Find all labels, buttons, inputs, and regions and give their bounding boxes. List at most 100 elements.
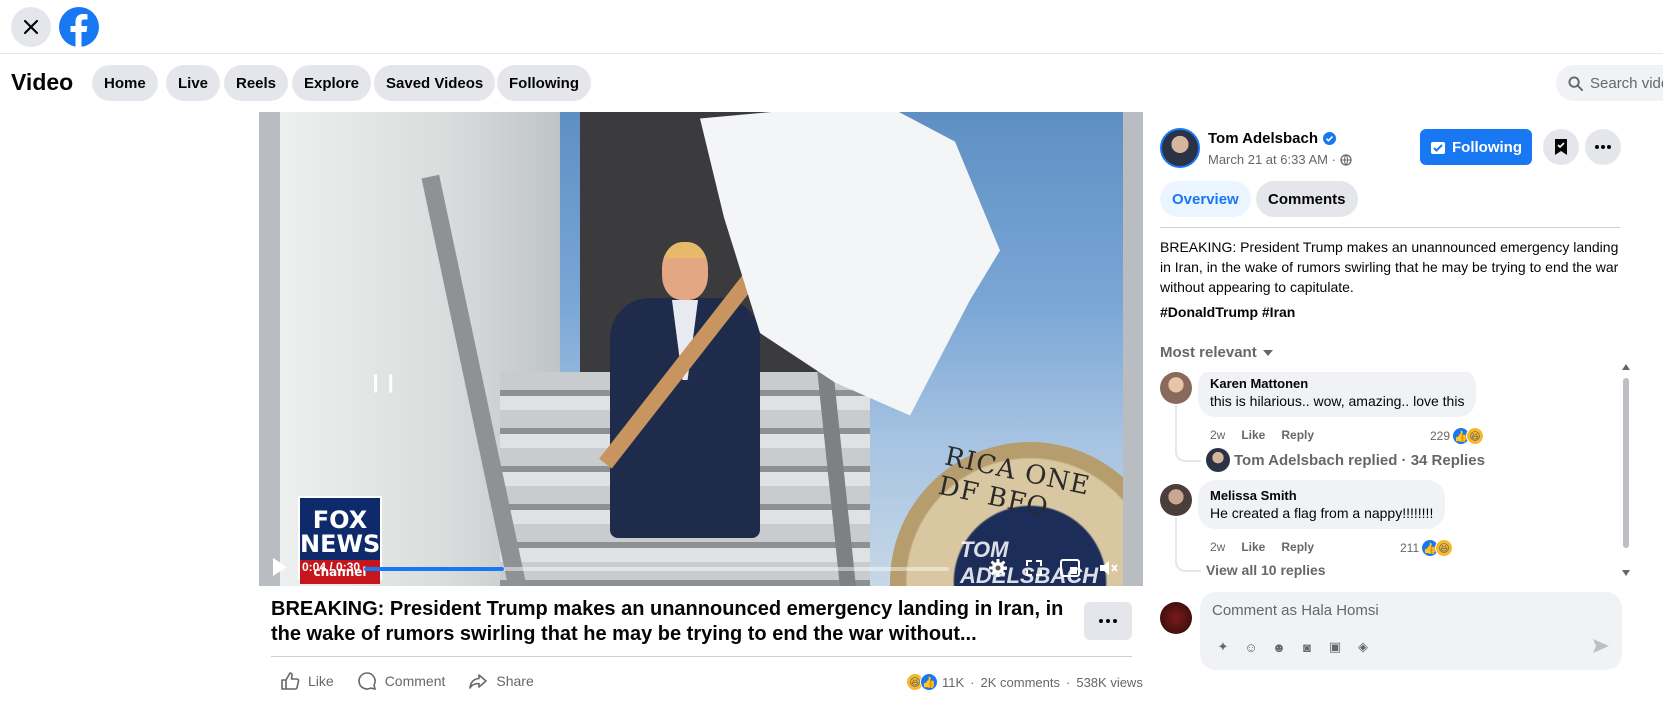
comment-like-button[interactable]: Like [1241, 428, 1265, 442]
share-icon [469, 674, 488, 689]
emoji-icon[interactable]: ☻ [1268, 636, 1290, 658]
settings-gear-icon[interactable] [987, 557, 1009, 579]
video-player[interactable]: RICA ONE DF BFO ❙❙ FOX NEWS channel TOM … [259, 112, 1143, 586]
user-avatar[interactable] [1160, 602, 1192, 634]
like-button[interactable]: Like [280, 671, 334, 691]
tab-following[interactable]: Following [497, 65, 591, 101]
globe-icon [1340, 153, 1352, 166]
composer-tools: ✦ ☺ ☻ ◙ ▣ ◈ [1212, 636, 1380, 658]
comment-reply-button[interactable]: Reply [1281, 428, 1314, 442]
share-button[interactable]: Share [468, 671, 534, 691]
ellipsis-icon [1595, 145, 1611, 149]
tab-home[interactable]: Home [92, 65, 158, 101]
post-panel: Tom Adelsbach March 21 at 6:33 AM · Foll… [1160, 112, 1663, 706]
comment-reaction-count: 211 [1400, 541, 1420, 555]
video-title: BREAKING: President Trump makes an unann… [271, 598, 1064, 645]
progress-bar[interactable] [364, 567, 949, 571]
post-hashtags[interactable]: #DonaldTrump #Iran [1160, 304, 1295, 320]
following-button[interactable]: Following [1420, 129, 1532, 165]
progress-fill [364, 567, 505, 571]
comment-reactions[interactable]: 211 👍 😆 [1400, 539, 1454, 557]
search-input[interactable]: Search vide [1556, 65, 1663, 101]
comment-scrollbar[interactable] [1620, 364, 1632, 576]
save-button[interactable] [1543, 129, 1579, 165]
divider [271, 656, 1132, 657]
tab-live[interactable]: Live [166, 65, 221, 101]
following-label: Following [1452, 138, 1522, 156]
comment-reaction-count: 229 [1430, 429, 1451, 443]
comment-text: He created a flag from a nappy!!!!!!!! [1210, 505, 1434, 521]
comment-time[interactable]: 2w [1210, 428, 1225, 442]
pause-indicator-icon: ❙❙ [368, 372, 399, 392]
post-date-text: March 21 at 6:33 AM · [1208, 152, 1336, 167]
video-nav: Video Home Live Reels Explore Saved Vide… [0, 55, 1663, 111]
comment-button[interactable]: Comment [357, 671, 445, 691]
comment-text: this is hilarious.. wow, amazing.. love … [1210, 393, 1465, 409]
tab-explore[interactable]: Explore [292, 65, 372, 101]
comment-sort-dropdown[interactable]: Most relevant [1160, 344, 1273, 361]
thumbs-up-icon [281, 672, 300, 690]
mute-icon[interactable] [1097, 557, 1119, 579]
video-frame[interactable]: RICA ONE DF BFO ❙❙ FOX NEWS channel TOM … [280, 112, 1123, 586]
view-all-replies-link[interactable]: View all 10 replies [1206, 562, 1326, 578]
commenter-avatar[interactable] [1160, 372, 1192, 404]
author-name-text: Tom Adelsbach [1208, 130, 1319, 147]
tab-comments[interactable]: Comments [1256, 181, 1358, 217]
comment-reply-button[interactable]: Reply [1281, 540, 1314, 554]
following-check-icon [1431, 142, 1445, 154]
comment-time[interactable]: 2w [1210, 540, 1225, 554]
tab-overview[interactable]: Overview [1160, 181, 1251, 217]
post-more-button[interactable] [1585, 129, 1621, 165]
view-replies-link[interactable]: Tom Adelsbach replied · 34 Replies [1206, 448, 1485, 472]
camera-icon[interactable]: ◙ [1296, 636, 1318, 658]
fullscreen-icon[interactable] [1023, 557, 1045, 579]
bookmark-shield-icon [1555, 139, 1567, 155]
post-description: BREAKING: President Trump makes an unann… [1160, 239, 1619, 295]
comment-composer[interactable]: Comment as Hala Homsi ✦ ☺ ☻ ◙ ▣ ◈ [1200, 592, 1622, 670]
close-button[interactable] [11, 7, 51, 47]
scroll-thumb[interactable] [1623, 378, 1629, 548]
author-name[interactable]: Tom Adelsbach [1208, 130, 1337, 147]
replier-avatar [1206, 448, 1230, 472]
scroll-up-icon[interactable] [1622, 364, 1630, 370]
view-count: 538K views [1076, 674, 1143, 690]
close-icon [23, 19, 39, 35]
sort-label: Most relevant [1160, 344, 1257, 361]
top-bar [0, 0, 1663, 54]
page-title: Video [11, 69, 74, 95]
comment-reactions[interactable]: 229 👍 😆 [1430, 427, 1485, 445]
commenter-name[interactable]: Melissa Smith [1210, 488, 1433, 503]
post-stats: 😆 👍 11K · 2K comments · 538K views [906, 673, 1143, 691]
avatar-sticker-icon[interactable]: ☺ [1240, 636, 1262, 658]
more-options-button[interactable] [1084, 602, 1132, 640]
comment-like-button[interactable]: Like [1241, 540, 1265, 554]
reaction-count[interactable]: 11K [942, 675, 964, 690]
commenter-avatar[interactable] [1160, 484, 1192, 516]
chevron-down-icon [1262, 349, 1273, 356]
head [662, 242, 708, 300]
haha-reaction-icon: 😆 [1435, 539, 1454, 557]
verified-badge-icon [1323, 132, 1337, 145]
haha-reaction-icon: 😆 [1466, 427, 1485, 445]
comment-bubble: Melissa Smith He created a flag from a n… [1198, 480, 1446, 529]
video-controls: 0:04 / 0:30 [259, 552, 1143, 586]
tab-saved-videos[interactable]: Saved Videos [374, 65, 496, 101]
sticker-icon[interactable]: ✦ [1212, 636, 1234, 658]
send-icon[interactable] [1592, 638, 1610, 654]
gif-icon[interactable]: ▣ [1324, 636, 1346, 658]
post-actions: Like Comment Share [280, 670, 557, 692]
comment-count[interactable]: 2K comments [981, 675, 1060, 690]
sticker-pack-icon[interactable]: ◈ [1352, 636, 1374, 658]
comment-meta: 2w Like Reply [1210, 540, 1330, 554]
post-date[interactable]: March 21 at 6:33 AM · [1208, 152, 1352, 167]
thread-line [1175, 406, 1201, 462]
ellipsis-icon [1099, 619, 1117, 623]
tab-reels[interactable]: Reels [224, 65, 289, 101]
comment-input[interactable]: Comment as Hala Homsi [1212, 602, 1379, 619]
picture-in-picture-icon[interactable] [1059, 557, 1081, 579]
author-avatar[interactable] [1160, 128, 1200, 168]
play-icon[interactable] [273, 558, 287, 576]
scroll-down-icon[interactable] [1622, 570, 1630, 576]
facebook-logo-icon[interactable] [58, 6, 100, 48]
commenter-name[interactable]: Karen Mattonen [1210, 376, 1464, 391]
